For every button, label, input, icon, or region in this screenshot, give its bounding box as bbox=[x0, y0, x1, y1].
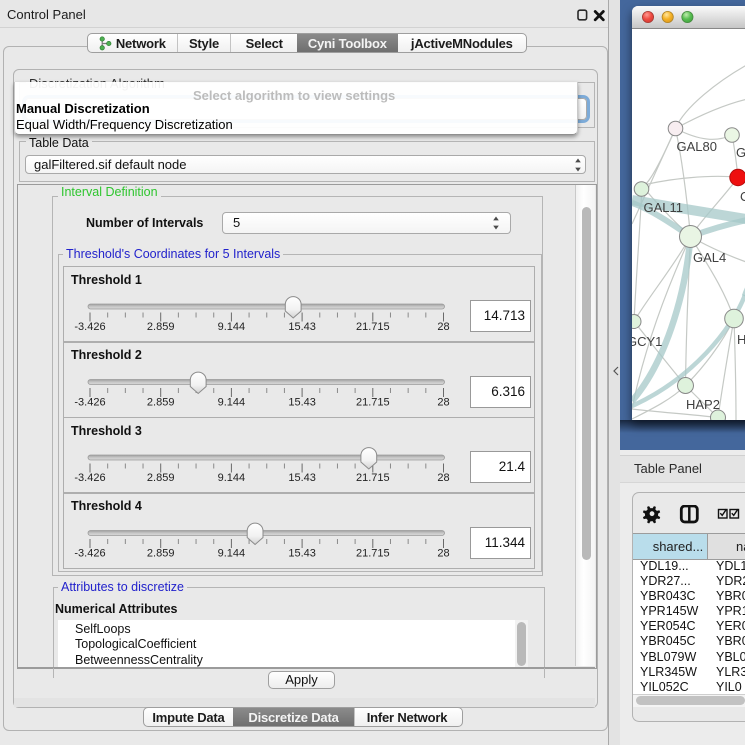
svg-text:GA: GA bbox=[736, 145, 745, 160]
svg-text:9.144: 9.144 bbox=[218, 321, 246, 333]
svg-text:H: H bbox=[737, 332, 745, 347]
svg-text:-3.426: -3.426 bbox=[74, 397, 105, 409]
svg-text:-3.426: -3.426 bbox=[74, 321, 105, 333]
svg-text:28: 28 bbox=[437, 472, 449, 484]
svg-text:-3.426: -3.426 bbox=[74, 548, 105, 560]
svg-text:GAL4: GAL4 bbox=[693, 250, 726, 265]
svg-text:15.43: 15.43 bbox=[288, 472, 316, 484]
svg-text:2.859: 2.859 bbox=[147, 321, 175, 333]
svg-text:C: C bbox=[740, 189, 745, 204]
svg-text:GAL11: GAL11 bbox=[643, 200, 683, 215]
svg-text:28: 28 bbox=[437, 548, 449, 560]
svg-text:15.43: 15.43 bbox=[288, 397, 316, 409]
svg-text:2.859: 2.859 bbox=[147, 397, 175, 409]
svg-text:21.715: 21.715 bbox=[356, 397, 390, 409]
svg-text:2.859: 2.859 bbox=[147, 472, 175, 484]
svg-text:GCY1: GCY1 bbox=[632, 334, 662, 349]
svg-text:21.715: 21.715 bbox=[356, 472, 390, 484]
svg-text:28: 28 bbox=[437, 397, 449, 409]
svg-text:GAL80: GAL80 bbox=[676, 139, 716, 154]
svg-text:15.43: 15.43 bbox=[288, 548, 316, 560]
svg-text:28: 28 bbox=[437, 321, 449, 333]
svg-text:9.144: 9.144 bbox=[218, 548, 246, 560]
svg-text:15.43: 15.43 bbox=[288, 321, 316, 333]
svg-text:-3.426: -3.426 bbox=[74, 472, 105, 484]
svg-text:21.715: 21.715 bbox=[356, 321, 390, 333]
svg-text:21.715: 21.715 bbox=[356, 548, 390, 560]
svg-text:2.859: 2.859 bbox=[147, 548, 175, 560]
svg-text:9.144: 9.144 bbox=[218, 397, 246, 409]
svg-text:9.144: 9.144 bbox=[218, 472, 246, 484]
svg-text:HAP2: HAP2 bbox=[686, 397, 720, 412]
